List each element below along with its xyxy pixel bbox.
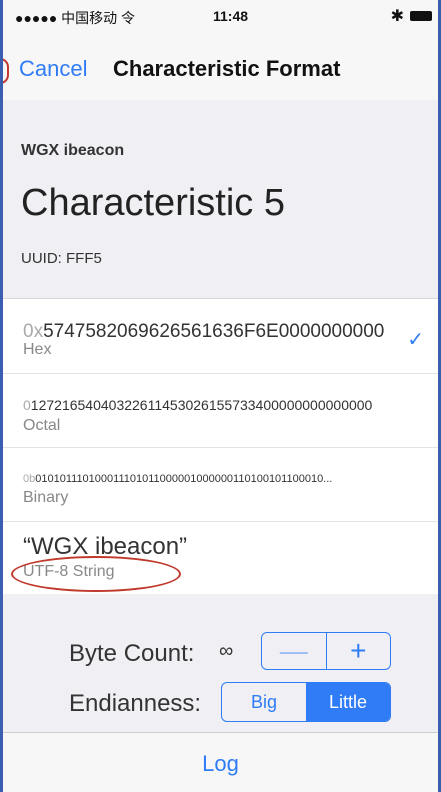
cancel-button[interactable]: Cancel	[19, 56, 87, 82]
byte-count-label: Byte Count:	[69, 640, 195, 667]
bluetooth-icon: ✱	[390, 8, 404, 25]
byte-count-value: ∞	[219, 640, 234, 662]
carrier-text: ●●●●● 中国移动 令	[15, 10, 136, 26]
endianness-selector: Big Little	[221, 682, 391, 722]
characteristic-name: Characteristic 5	[21, 182, 285, 224]
format-controls: Byte Count: ∞ — + Endianness: Big Little	[3, 594, 438, 732]
endianness-big[interactable]: Big	[222, 683, 306, 721]
nav-bar: Cancel Characteristic Format	[3, 30, 438, 101]
app-frame: ●●●●● 中国移动 令 11:48 ✱ Cancel Characterist…	[0, 0, 441, 792]
octal-label: Octal	[23, 417, 61, 434]
device-name: WGX ibeacon	[21, 142, 125, 159]
page-title: Characteristic Format	[113, 56, 341, 81]
octal-value: 0127216540403226114530261557334000000000…	[23, 397, 373, 413]
annotation-ellipse	[11, 556, 181, 592]
format-row-binary[interactable]: 0b01010111010001110101100000100000011010…	[3, 447, 438, 522]
binary-value: 0b01010111010001110101100000100000011010…	[23, 473, 333, 485]
hex-label: Hex	[23, 341, 52, 358]
status-time: 11:48	[213, 8, 249, 24]
uuid-label: UUID: FFF5	[21, 250, 102, 267]
status-bar: ●●●●● 中国移动 令 11:48 ✱	[3, 0, 438, 30]
format-list: 0x5747582069626561636F6E0000000000 Hex ✓…	[3, 298, 438, 595]
endianness-label: Endianness:	[69, 690, 202, 717]
log-bar: Log	[3, 732, 438, 792]
characteristic-header: WGX ibeacon Characteristic 5 UUID: FFF5	[3, 100, 438, 298]
format-row-octal[interactable]: 0127216540403226114530261557334000000000…	[3, 373, 438, 448]
format-row-hex[interactable]: 0x5747582069626561636F6E0000000000 Hex ✓	[3, 299, 438, 374]
binary-label: Binary	[23, 489, 69, 506]
hex-value: 0x5747582069626561636F6E0000000000	[23, 321, 385, 342]
byte-count-stepper: — +	[261, 632, 391, 670]
endianness-little[interactable]: Little	[306, 683, 390, 721]
battery-icon	[410, 11, 432, 21]
check-icon: ✓	[407, 329, 424, 351]
decrement-button[interactable]: —	[262, 633, 327, 669]
log-button[interactable]: Log	[3, 751, 438, 777]
increment-button[interactable]: +	[327, 633, 391, 669]
